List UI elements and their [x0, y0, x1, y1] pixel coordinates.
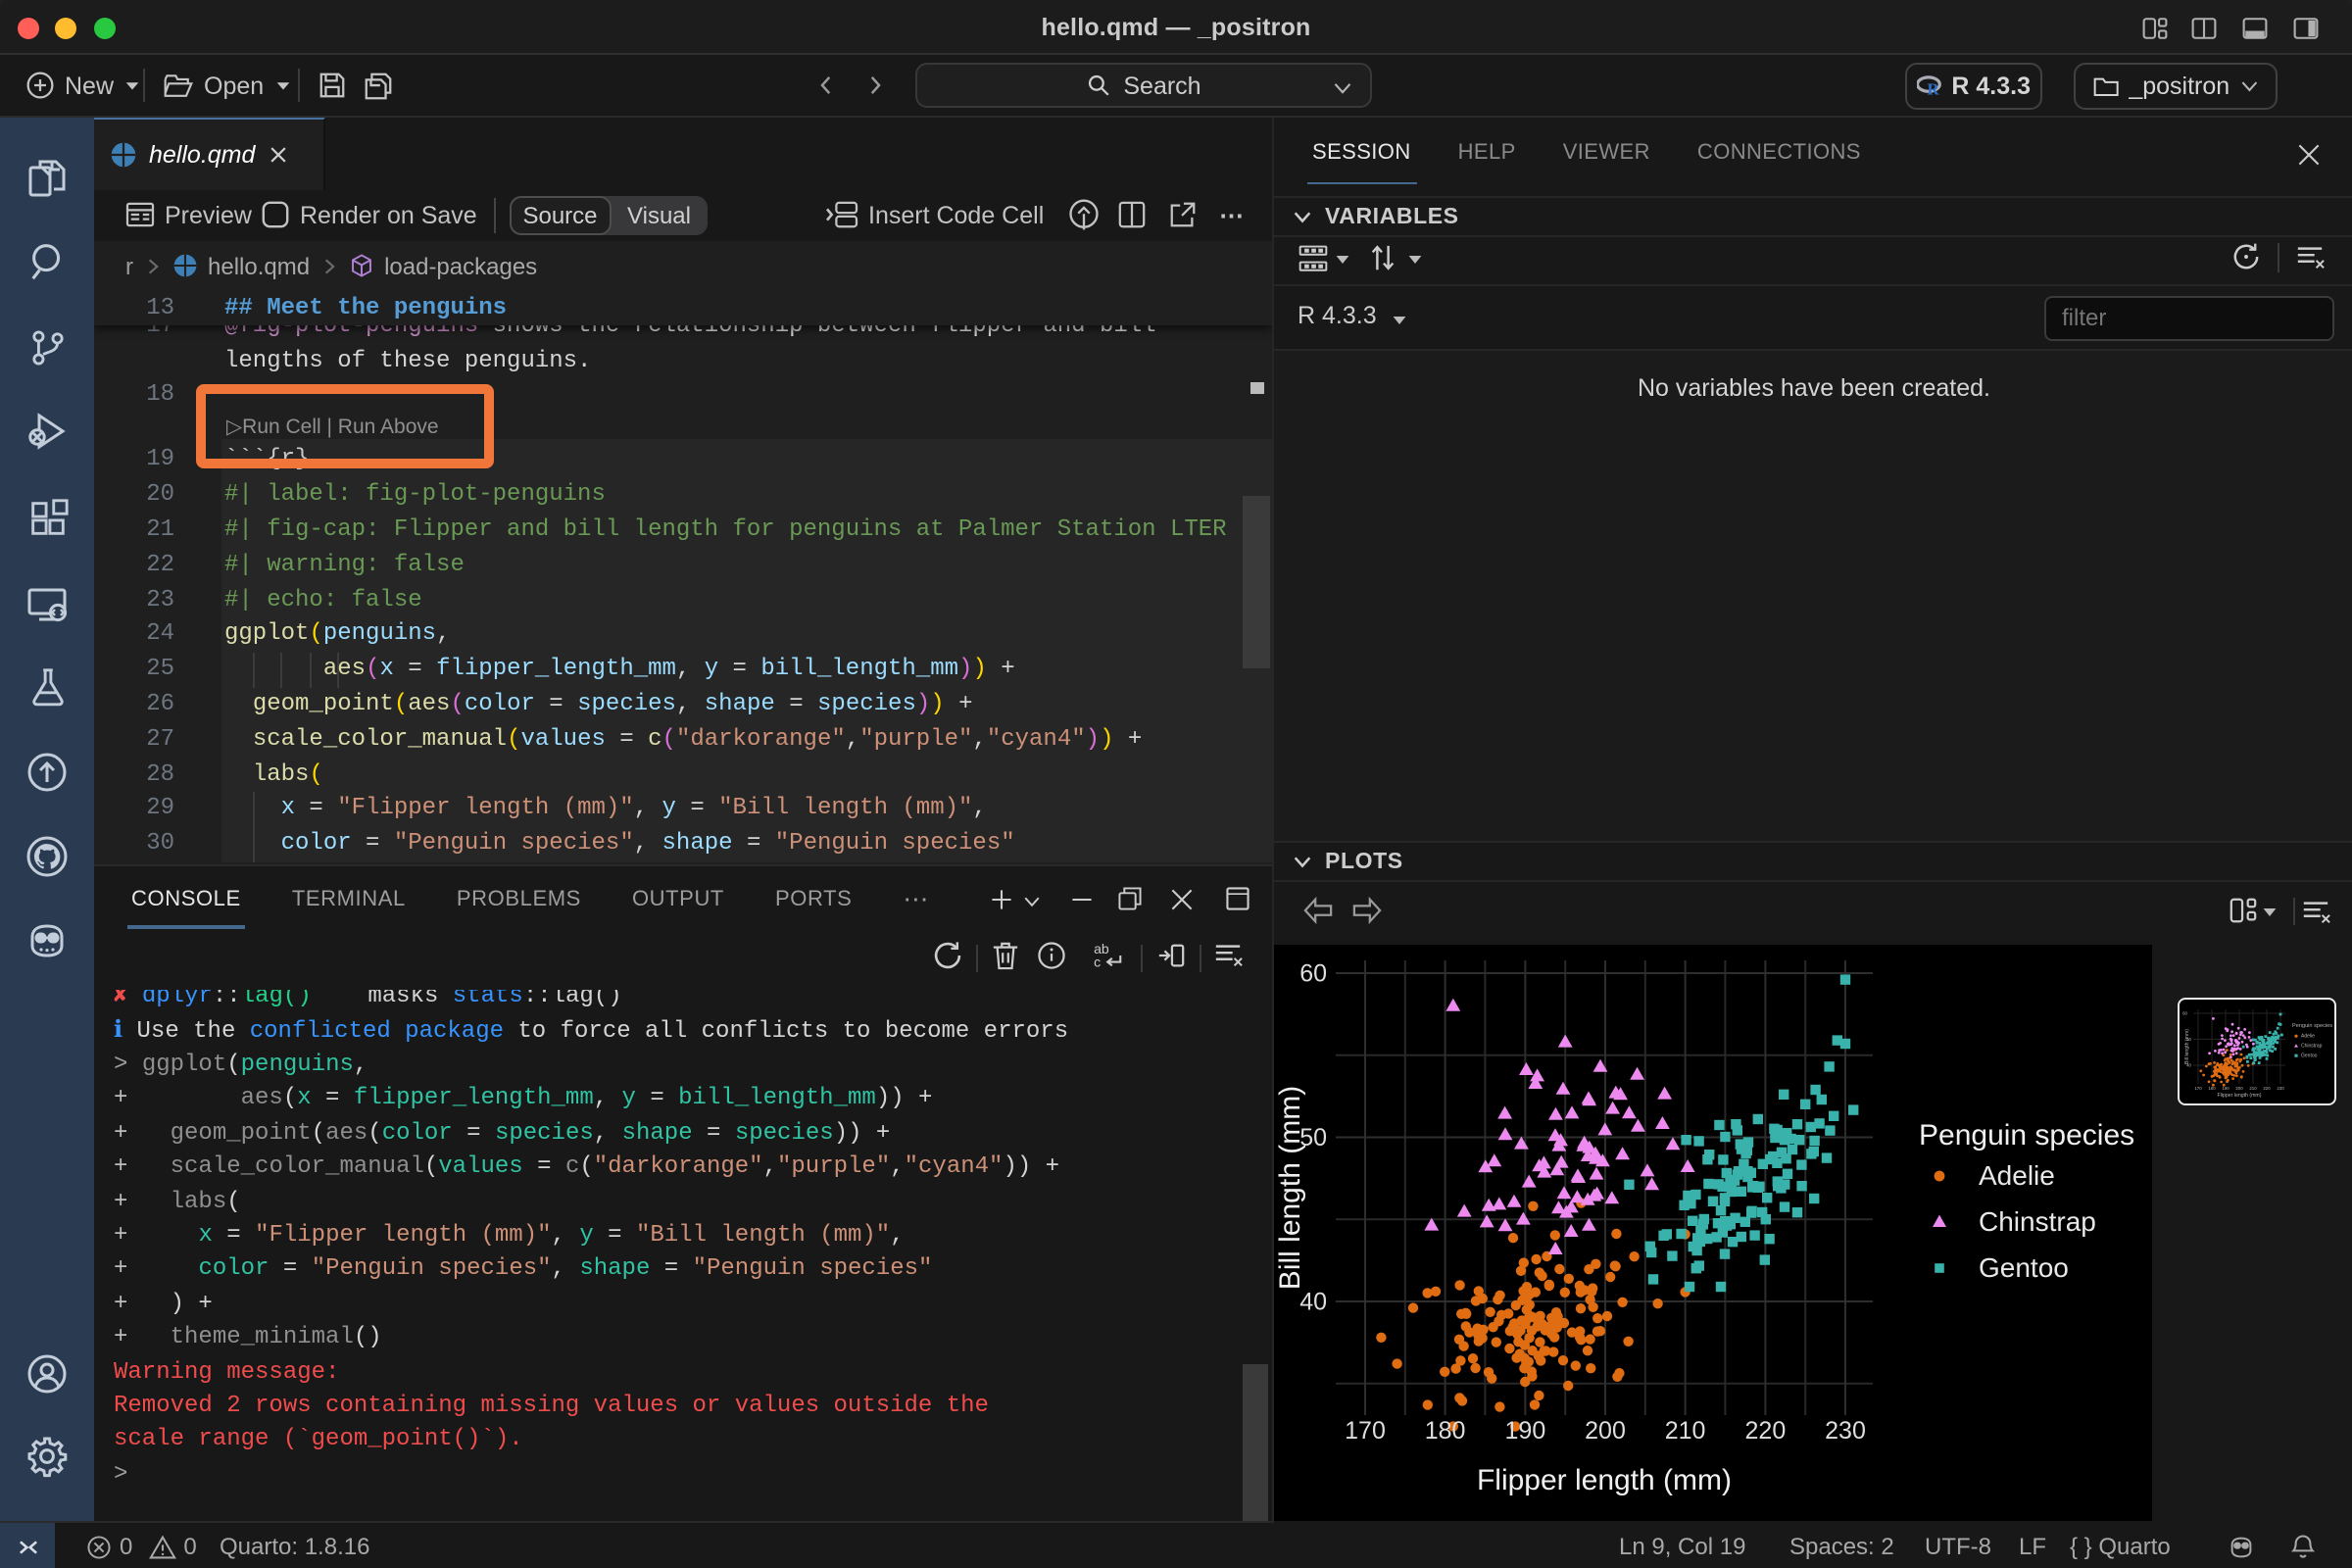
- svg-text:Chinstrap: Chinstrap: [2300, 1043, 2322, 1049]
- svg-text:40: 40: [2185, 1062, 2190, 1067]
- svg-text:60: 60: [2181, 1010, 2186, 1015]
- svg-text:c: c: [1094, 953, 1101, 968]
- svg-text:220: 220: [1745, 1416, 1787, 1444]
- svg-text:Chinstrap: Chinstrap: [1979, 1205, 2096, 1236]
- svg-text:190: 190: [1505, 1416, 1546, 1444]
- svg-text:190: 190: [2221, 1085, 2229, 1090]
- svg-text:180: 180: [1425, 1416, 1466, 1444]
- svg-text:220: 220: [2262, 1085, 2270, 1090]
- svg-text:Flipper length (mm): Flipper length (mm): [2217, 1092, 2261, 1098]
- svg-text:Adelie: Adelie: [1979, 1159, 2055, 1190]
- svg-text:60: 60: [1299, 959, 1327, 987]
- svg-text:230: 230: [1825, 1416, 1866, 1444]
- svg-text:230: 230: [2276, 1085, 2283, 1090]
- svg-text:R: R: [1928, 78, 1940, 97]
- svg-text:200: 200: [1585, 1416, 1626, 1444]
- svg-text:Bill length (mm): Bill length (mm): [2183, 1028, 2189, 1063]
- svg-text:170: 170: [1345, 1416, 1386, 1444]
- svg-text:Gentoo: Gentoo: [2300, 1053, 2317, 1058]
- svg-text:Gentoo: Gentoo: [1979, 1251, 2069, 1282]
- svg-text:170: 170: [2193, 1085, 2201, 1090]
- svg-text:200: 200: [2234, 1085, 2242, 1090]
- svg-text:40: 40: [1299, 1288, 1327, 1315]
- svg-text:210: 210: [1665, 1416, 1706, 1444]
- svg-text:Bill length (mm): Bill length (mm): [1274, 1085, 1306, 1289]
- svg-text:Penguin species: Penguin species: [1919, 1118, 2134, 1151]
- svg-text:Penguin species: Penguin species: [2291, 1022, 2331, 1028]
- svg-text:Flipper length (mm): Flipper length (mm): [1477, 1463, 1732, 1495]
- svg-text:180: 180: [2207, 1085, 2215, 1090]
- svg-text:210: 210: [2248, 1085, 2256, 1090]
- svg-text:50: 50: [2185, 1036, 2190, 1041]
- svg-text:Adelie: Adelie: [2300, 1033, 2314, 1039]
